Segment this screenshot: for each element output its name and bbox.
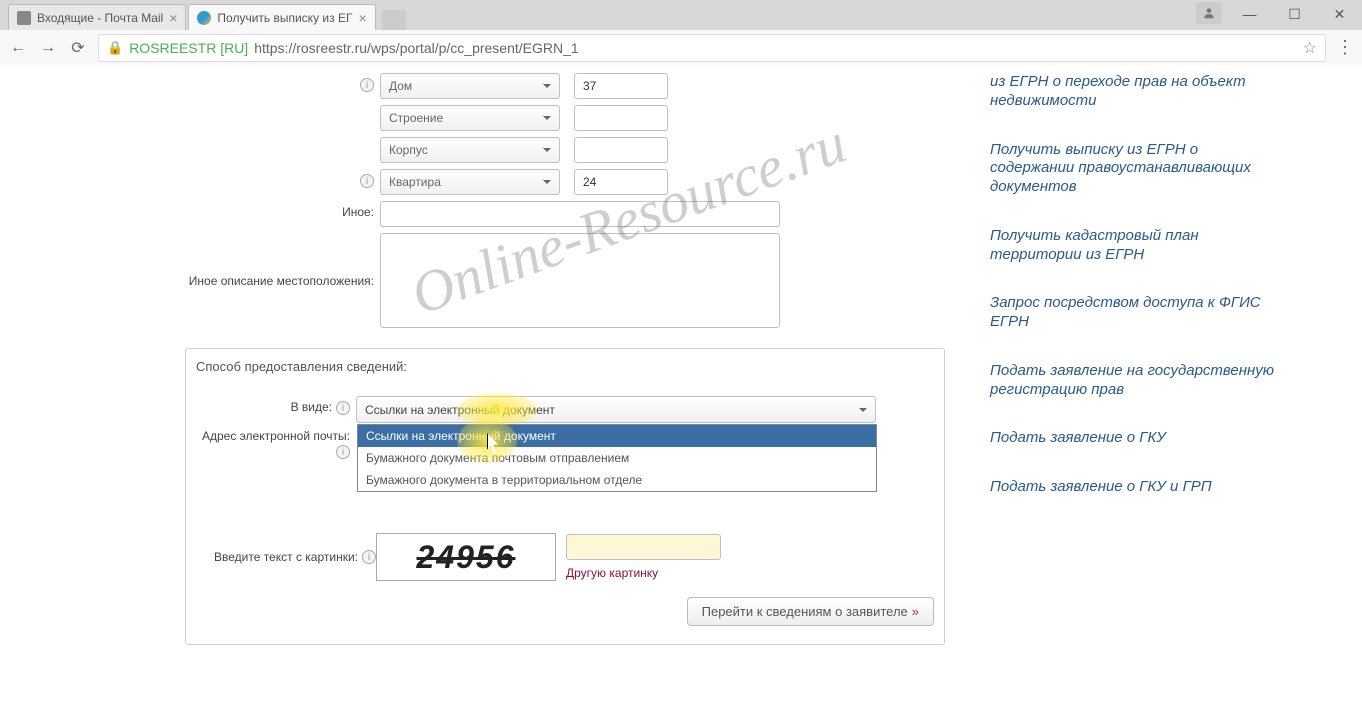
building-number-input[interactable] (574, 105, 668, 131)
format-select[interactable]: Ссылки на электронный документ Ссылки на… (356, 396, 876, 423)
sidebar-link[interactable]: Подать заявление о ГКУ (990, 429, 1285, 448)
next-step-button[interactable]: Перейти к сведениям о заявителе » (687, 597, 934, 626)
nav-bar: ← → ⟳ 🔒 ROSREESTR [RU] https://rosreestr… (0, 30, 1362, 65)
reload-button[interactable]: ⟳ (68, 38, 88, 58)
browser-tab-inactive[interactable]: Входящие - Почта Mail × (8, 4, 186, 30)
label-other: Иное: (342, 205, 374, 219)
bookmark-star-icon[interactable]: ☆ (1303, 38, 1317, 58)
new-tab-button[interactable] (382, 10, 406, 30)
profile-button[interactable] (1196, 2, 1222, 24)
tab-close-icon[interactable]: × (358, 11, 366, 25)
favicon-rosreestr-icon (197, 11, 211, 25)
info-icon[interactable]: i (362, 550, 376, 564)
dropdown-option[interactable]: Бумажного документа почтовым отправление… (358, 447, 876, 469)
tab-title: Получить выписку из ЕГ (217, 11, 352, 25)
dropdown-option[interactable]: Ссылки на электронный документ (358, 425, 876, 447)
house-number-input[interactable] (574, 73, 668, 99)
tab-close-icon[interactable]: × (169, 11, 177, 25)
captcha-image: 24956 (376, 533, 556, 581)
sidebar-link[interactable]: Получить кадастровый план территории из … (990, 227, 1285, 265)
sidebar-link[interactable]: Подать заявление на государственную реги… (990, 362, 1285, 400)
house-type-select[interactable]: Дом (380, 73, 560, 99)
dropdown-option[interactable]: Бумажного документа в территориальном от… (358, 469, 876, 491)
window-controls: — ☐ ✕ (1227, 0, 1362, 28)
browser-menu-button[interactable]: ⋮ (1336, 37, 1354, 58)
tab-title: Входящие - Почта Mail (37, 11, 163, 25)
korpus-number-input[interactable] (574, 137, 668, 163)
delivery-legend: Способ предоставления сведений: (196, 359, 407, 374)
minimize-button[interactable]: — (1227, 0, 1272, 28)
sidebar-link[interactable]: Подать заявление о ГКУ и ГРП (990, 478, 1285, 497)
select-value: Корпус (389, 143, 428, 157)
select-value: Квартира (389, 175, 441, 189)
sidebar: из ЕГРН о переходе прав на объект недвиж… (945, 65, 1305, 722)
info-icon[interactable]: i (360, 174, 374, 188)
label-captcha: Введите текст с картинки: (214, 550, 358, 564)
info-icon[interactable]: i (360, 78, 374, 92)
building-type-select[interactable]: Строение (380, 105, 560, 131)
arrow-right-icon: » (912, 604, 919, 619)
forward-button[interactable]: → (38, 39, 58, 57)
tab-bar: Входящие - Почта Mail × Получить выписку… (0, 0, 1362, 30)
captcha-text: 24956 (417, 539, 516, 576)
captcha-refresh-link[interactable]: Другую картинку (566, 566, 721, 580)
format-dropdown: Ссылки на электронный документ Бумажного… (357, 424, 877, 492)
korpus-type-select[interactable]: Корпус (380, 137, 560, 163)
format-selected-value: Ссылки на электронный документ (365, 403, 555, 417)
select-value: Дом (389, 79, 412, 93)
select-value: Строение (389, 111, 443, 125)
captcha-input[interactable] (566, 534, 721, 560)
browser-tab-active[interactable]: Получить выписку из ЕГ × (188, 4, 375, 30)
next-button-label: Перейти к сведениям о заявителе (702, 604, 908, 619)
url-bar[interactable]: 🔒 ROSREESTR [RU] https://rosreestr.ru/wp… (98, 34, 1326, 62)
maximize-button[interactable]: ☐ (1272, 0, 1317, 28)
other-desc-textarea[interactable] (380, 233, 780, 328)
back-button[interactable]: ← (8, 39, 28, 57)
main-form-panel: i Дом Строение Корпус i Квартира Иное: И… (0, 65, 945, 722)
label-other-desc: Иное описание местоположения: (189, 274, 374, 288)
browser-chrome: Входящие - Почта Mail × Получить выписку… (0, 0, 1362, 65)
info-icon[interactable]: i (336, 445, 350, 459)
close-window-button[interactable]: ✕ (1317, 0, 1362, 28)
info-icon[interactable]: i (336, 401, 350, 415)
url-path: https://rosreestr.ru/wps/portal/p/cc_pre… (254, 40, 578, 56)
other-input[interactable] (380, 201, 780, 227)
apartment-number-input[interactable] (574, 169, 668, 195)
favicon-mail-icon (17, 11, 31, 25)
apartment-type-select[interactable]: Квартира (380, 169, 560, 195)
sidebar-link[interactable]: из ЕГРН о переходе прав на объект недвиж… (990, 73, 1285, 111)
sidebar-link[interactable]: Запрос посредством доступа к ФГИС ЕГРН (990, 294, 1285, 332)
label-email: Адрес электронной почты: (202, 429, 350, 443)
lock-icon: 🔒 (107, 40, 123, 56)
url-host: ROSREESTR [RU] (129, 40, 248, 56)
sidebar-link[interactable]: Получить выписку из ЕГРН о содержании пр… (990, 141, 1285, 197)
label-format: В виде: (291, 400, 332, 414)
